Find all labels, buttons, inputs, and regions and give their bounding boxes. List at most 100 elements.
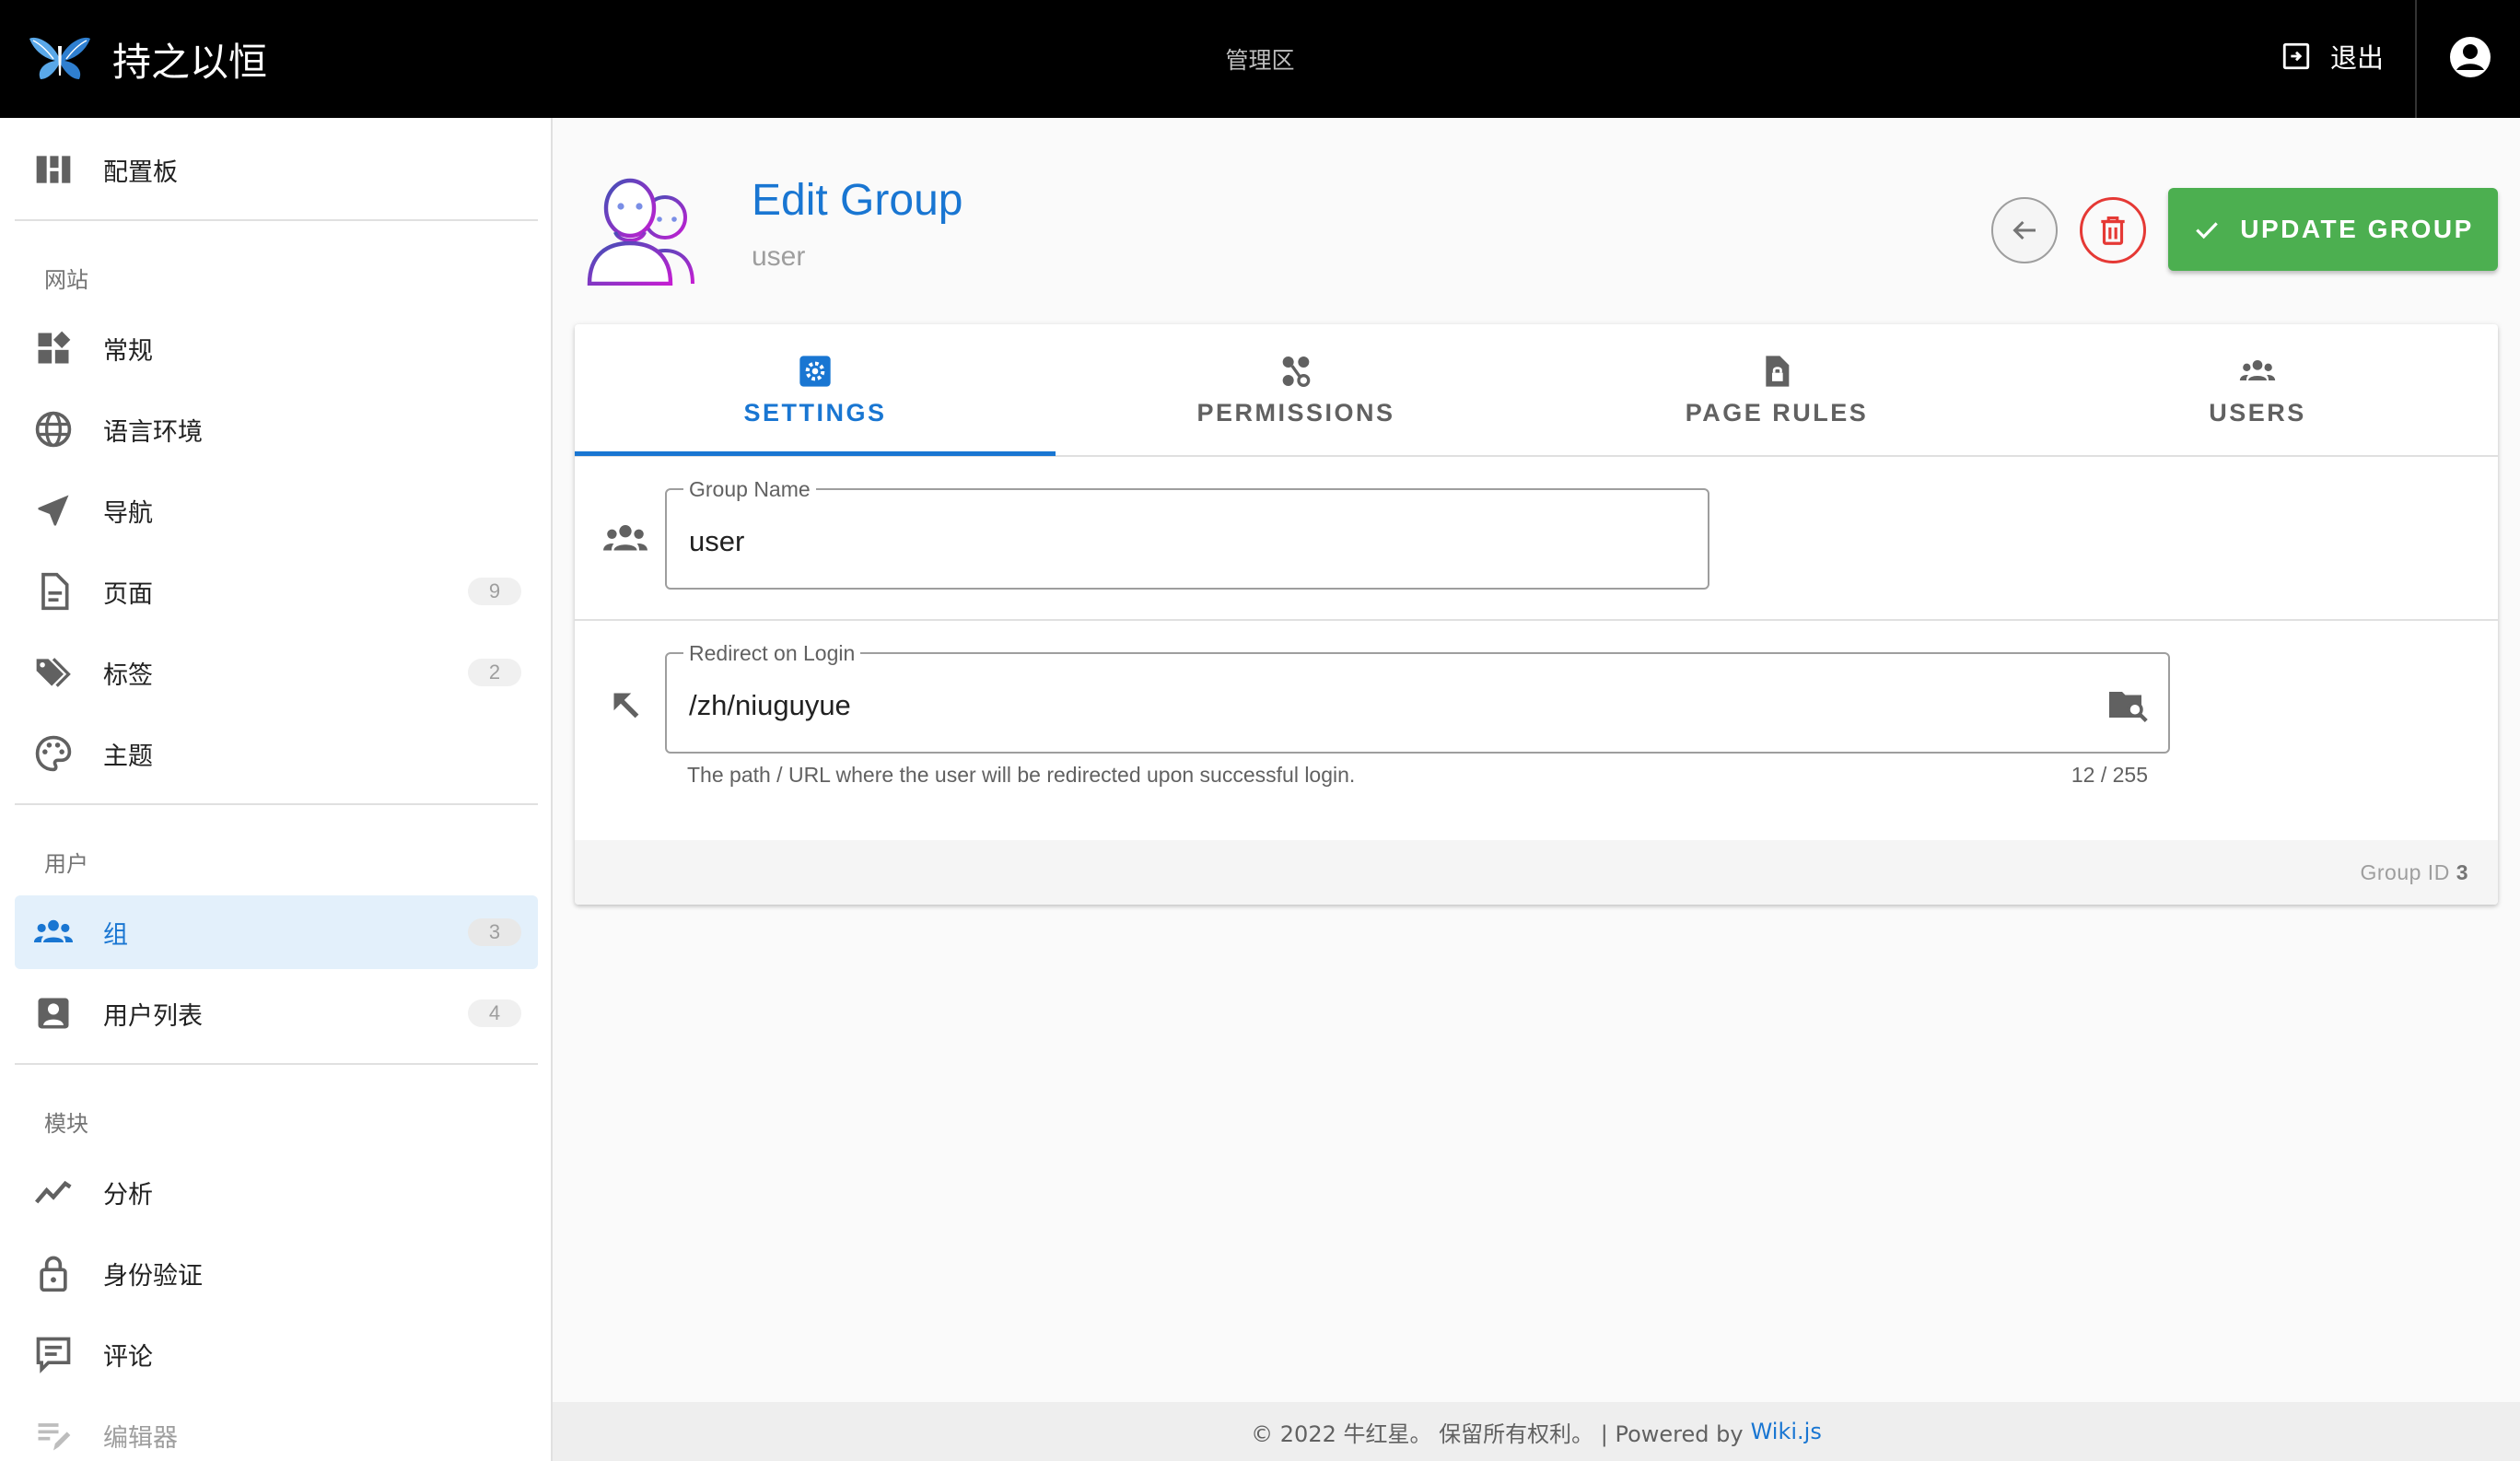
sidebar-item-analytics[interactable]: 分析 [15, 1155, 538, 1229]
sidebar-item-label: 评论 [103, 1342, 153, 1372]
sidebar-item-navigation[interactable]: 导航 [15, 473, 538, 547]
redirect-label: Redirect on Login [683, 641, 861, 666]
wikijs-link[interactable]: Wiki.js [1751, 1419, 1822, 1444]
tab-users[interactable]: USERS [2017, 324, 2498, 455]
sidebar-item-editor[interactable]: 编辑器 [15, 1398, 538, 1461]
page-rules-icon [1766, 355, 1790, 387]
group-name-row: Group Name user [575, 457, 2498, 621]
main-content: Edit Group user UPDATE GROUP SETTINGS PE… [553, 118, 2520, 1461]
tab-page-rules[interactable]: PAGE RULES [1536, 324, 2017, 455]
sidebar-item-label: 页面 [103, 579, 153, 609]
butterfly-logo-icon [29, 37, 90, 79]
check-icon [2196, 222, 2219, 240]
sidebar-item-theme[interactable]: 主题 [15, 717, 538, 790]
tab-permissions[interactable]: PERMISSIONS [1056, 324, 1536, 455]
account-group-icon [603, 525, 648, 551]
back-button[interactable] [1991, 197, 2058, 263]
people-icon [587, 178, 694, 286]
arrow-top-left-icon [613, 693, 639, 719]
permissions-icon [1282, 356, 1311, 387]
file-document-icon [41, 572, 69, 611]
tab-settings[interactable]: SETTINGS [575, 324, 1056, 455]
group-name-value: user [689, 525, 745, 557]
section-heading-site: 网站 [44, 267, 88, 293]
logout-label: 退出 [2329, 44, 2384, 74]
sidebar-item-label: 身份验证 [103, 1261, 203, 1291]
sidebar-item-users[interactable]: 用户列表 4 [15, 976, 538, 1050]
sidebar-divider [15, 1063, 538, 1065]
sidebar-item-label: 语言环境 [103, 417, 203, 447]
dashboard-icon [36, 156, 71, 183]
group-card: SETTINGS PERMISSIONS PAGE RULES USERS Gr… [575, 324, 2498, 905]
sidebar-item-auth[interactable]: 身份验证 [15, 1236, 538, 1310]
sidebar-item-label: 组 [103, 920, 128, 950]
chart-line-icon [34, 1180, 72, 1204]
account-icon[interactable] [2448, 35, 2492, 79]
sidebar-item-tags[interactable]: 标签 2 [15, 636, 538, 709]
sidebar-item-label: 常规 [103, 336, 153, 366]
folder-search-icon[interactable] [2107, 685, 2150, 724]
group-name-field[interactable]: Group Name user [665, 477, 1709, 590]
sidebar-item-groups[interactable]: 组 3 [15, 895, 538, 969]
trash-icon [2101, 216, 2125, 245]
sidebar-item-label: 导航 [103, 498, 153, 528]
count-badge: 3 [468, 918, 521, 946]
logout-icon [2282, 42, 2310, 70]
arrow-left-icon [2012, 220, 2036, 240]
sidebar-item-general[interactable]: 常规 [15, 311, 538, 385]
comment-icon [36, 1337, 71, 1373]
redirect-hint: The path / URL where the user will be re… [687, 763, 1356, 787]
section-heading-modules: 模块 [44, 1111, 88, 1137]
count-badge: 9 [468, 578, 521, 605]
topbar-divider [2415, 0, 2417, 118]
sidebar-item-label: 编辑器 [103, 1423, 178, 1453]
brand[interactable]: 持之以恒 [28, 0, 267, 118]
group-id: Group ID 3 [2360, 860, 2468, 885]
active-tab-indicator [575, 451, 1056, 456]
update-group-label: UPDATE GROUP [2240, 215, 2474, 243]
group-id-value: 3 [2456, 860, 2468, 884]
account-box-icon [38, 998, 69, 1029]
sidebar-item-label: 配置板 [103, 158, 178, 187]
section-heading-users: 用户 [44, 851, 88, 877]
copyright-text: © 2022 牛红星。 保留所有权利。 | Powered by [1251, 1420, 1744, 1447]
logout-button[interactable]: 退出 [2281, 37, 2384, 76]
sidebar-item-label: 分析 [103, 1180, 153, 1210]
palette-icon [35, 735, 72, 772]
character-counter: 12 / 255 [2071, 763, 2148, 787]
sidebar-item-comments[interactable]: 评论 [15, 1317, 538, 1391]
settings-icon [799, 355, 831, 387]
app-bar: 持之以恒 管理区 退出 [0, 0, 2520, 118]
tab-label: SETTINGS [743, 398, 887, 427]
sidebar-item-pages[interactable]: 页面 9 [15, 555, 538, 628]
group-id-label: Group ID [2360, 860, 2450, 884]
count-badge: 2 [468, 659, 521, 686]
tags-icon [36, 658, 71, 687]
navigation-arrow-icon [38, 495, 69, 526]
card-footer: Group ID 3 [575, 840, 2498, 905]
sidebar-item-label: 标签 [103, 660, 153, 690]
lock-icon [40, 1256, 67, 1292]
account-group-icon [33, 919, 74, 942]
sidebar-divider [15, 803, 538, 805]
sidebar-item-label: 用户列表 [103, 1001, 203, 1031]
page-footer: © 2022 牛红星。 保留所有权利。 | Powered by Wiki.js [553, 1402, 2520, 1461]
sidebar-item-dashboard[interactable]: 配置板 [15, 133, 538, 206]
sidebar-divider [15, 219, 538, 221]
sidebar-item-label: 主题 [103, 742, 153, 771]
page-title: Edit Group [752, 176, 963, 225]
update-group-button[interactable]: UPDATE GROUP [2168, 188, 2498, 271]
page-subtitle: user [752, 241, 806, 272]
globe-icon [35, 411, 72, 448]
tab-label: USERS [2209, 398, 2306, 427]
sidebar-item-locale[interactable]: 语言环境 [15, 392, 538, 466]
delete-button[interactable] [2080, 197, 2146, 263]
redirect-row: Redirect on Login /zh/niuguyue The path … [575, 621, 2498, 840]
widgets-icon [38, 331, 71, 364]
redirect-field[interactable]: Redirect on Login /zh/niuguyue [665, 641, 2170, 754]
admin-area-label: 管理区 [1225, 48, 1295, 74]
tab-bar: SETTINGS PERMISSIONS PAGE RULES USERS [575, 324, 2498, 457]
users-icon [2239, 359, 2276, 380]
sidebar: 配置板 网站 常规 语言环境 导航 页面 9 标签 2 主题 用户 组 3 用户… [0, 118, 553, 1461]
redirect-value: /zh/niuguyue [689, 689, 851, 721]
